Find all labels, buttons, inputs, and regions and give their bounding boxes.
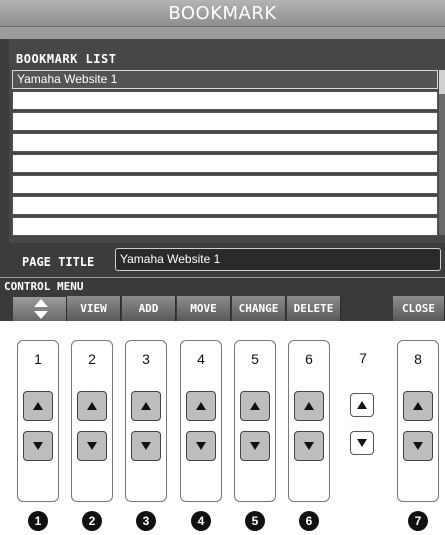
- panel-up-button-8[interactable]: [403, 391, 433, 421]
- arrow-down-icon: [357, 439, 367, 447]
- callout-number: 2: [82, 511, 102, 531]
- button-number: 4: [197, 351, 205, 367]
- callout-number: 6: [299, 511, 319, 531]
- button-number: 3: [142, 351, 150, 367]
- panel-down-button-3[interactable]: [131, 431, 161, 461]
- callout-number: 1: [28, 511, 48, 531]
- list-scroll-thumb[interactable]: [439, 70, 445, 94]
- panel-button-group-6: 6: [288, 340, 330, 502]
- callout-number: 4: [191, 511, 211, 531]
- bookmark-list-item[interactable]: [12, 154, 438, 173]
- arrow-up-icon: [413, 402, 423, 410]
- title-shade: [0, 27, 445, 39]
- button-number: 1: [34, 351, 42, 367]
- panel-up-button-1[interactable]: [23, 391, 53, 421]
- panel-button-group-5: 5: [234, 340, 276, 502]
- add-button[interactable]: ADD: [122, 296, 176, 321]
- panel-up-button-7[interactable]: [350, 393, 374, 417]
- arrow-down-icon: [413, 442, 423, 450]
- arrow-up-icon: [141, 402, 151, 410]
- arrow-up-icon: [196, 402, 206, 410]
- button-number: 6: [305, 351, 313, 367]
- arrow-down-icon: [34, 311, 48, 319]
- arrow-up-icon: [250, 402, 260, 410]
- panel-down-button-2[interactable]: [77, 431, 107, 461]
- bookmark-screen: BOOKMARK BOOKMARK LIST Yamaha Website 1 …: [0, 0, 445, 321]
- panel-down-button-4[interactable]: [186, 431, 216, 461]
- bookmark-list-item[interactable]: [12, 91, 438, 110]
- list-scrollbar[interactable]: [439, 70, 445, 235]
- panel-down-button-8[interactable]: [403, 431, 433, 461]
- bookmark-list-item[interactable]: Yamaha Website 1: [12, 70, 438, 89]
- page-title-field[interactable]: Yamaha Website 1: [115, 248, 441, 271]
- panel-down-button-5[interactable]: [240, 431, 270, 461]
- window-title: BOOKMARK: [0, 0, 445, 27]
- callout-number: 7: [408, 511, 428, 531]
- arrow-up-icon: [33, 402, 43, 410]
- panel-up-button-5[interactable]: [240, 391, 270, 421]
- bookmark-list-item[interactable]: [12, 196, 438, 215]
- panel-up-button-2[interactable]: [77, 391, 107, 421]
- panel-down-button-6[interactable]: [294, 431, 324, 461]
- panel-button-group-2: 2: [71, 340, 113, 502]
- panel-down-button-7[interactable]: [350, 431, 374, 455]
- bookmark-list-item[interactable]: [12, 133, 438, 152]
- bookmark-list-item[interactable]: [12, 175, 438, 194]
- button-number: 2: [88, 351, 96, 367]
- arrow-down-icon: [304, 442, 314, 450]
- arrow-down-icon: [196, 442, 206, 450]
- arrow-up-icon: [34, 299, 48, 307]
- page-title-label: PAGE TITLE: [22, 255, 95, 269]
- panel-up-button-3[interactable]: [131, 391, 161, 421]
- arrow-up-icon: [357, 401, 367, 409]
- arrow-up-icon: [87, 402, 97, 410]
- panel-button-group-8: 8: [397, 340, 439, 502]
- button-number: 8: [414, 351, 422, 367]
- view-button[interactable]: VIEW: [67, 296, 121, 321]
- bookmark-list: Yamaha Website 1: [12, 70, 438, 236]
- change-button[interactable]: CHANGE: [232, 296, 286, 321]
- delete-button[interactable]: DELETE: [287, 296, 341, 321]
- callout-number: 3: [136, 511, 156, 531]
- button-number: 7: [359, 350, 367, 366]
- bookmark-list-item[interactable]: [12, 217, 438, 236]
- panel-button-group-4: 4: [180, 340, 222, 502]
- control-menu-label: CONTROL MENU: [4, 280, 84, 293]
- bookmark-list-label: BOOKMARK LIST: [16, 52, 117, 66]
- cursor-up-down-button[interactable]: [13, 297, 67, 321]
- move-button[interactable]: MOVE: [177, 296, 231, 321]
- panel-button-group-1: 1: [17, 340, 59, 502]
- panel-button-group-3: 3: [125, 340, 167, 502]
- panel-button-group-7: 7: [342, 340, 384, 502]
- panel-down-button-1[interactable]: [23, 431, 53, 461]
- button-number: 5: [251, 351, 259, 367]
- panel-up-button-6[interactable]: [294, 391, 324, 421]
- arrow-down-icon: [141, 442, 151, 450]
- callout-number: 5: [245, 511, 265, 531]
- arrow-up-icon: [304, 402, 314, 410]
- close-button[interactable]: CLOSE: [393, 296, 445, 321]
- panel-up-button-4[interactable]: [186, 391, 216, 421]
- arrow-down-icon: [33, 442, 43, 450]
- arrow-down-icon: [250, 442, 260, 450]
- bookmark-list-item[interactable]: [12, 112, 438, 131]
- arrow-down-icon: [87, 442, 97, 450]
